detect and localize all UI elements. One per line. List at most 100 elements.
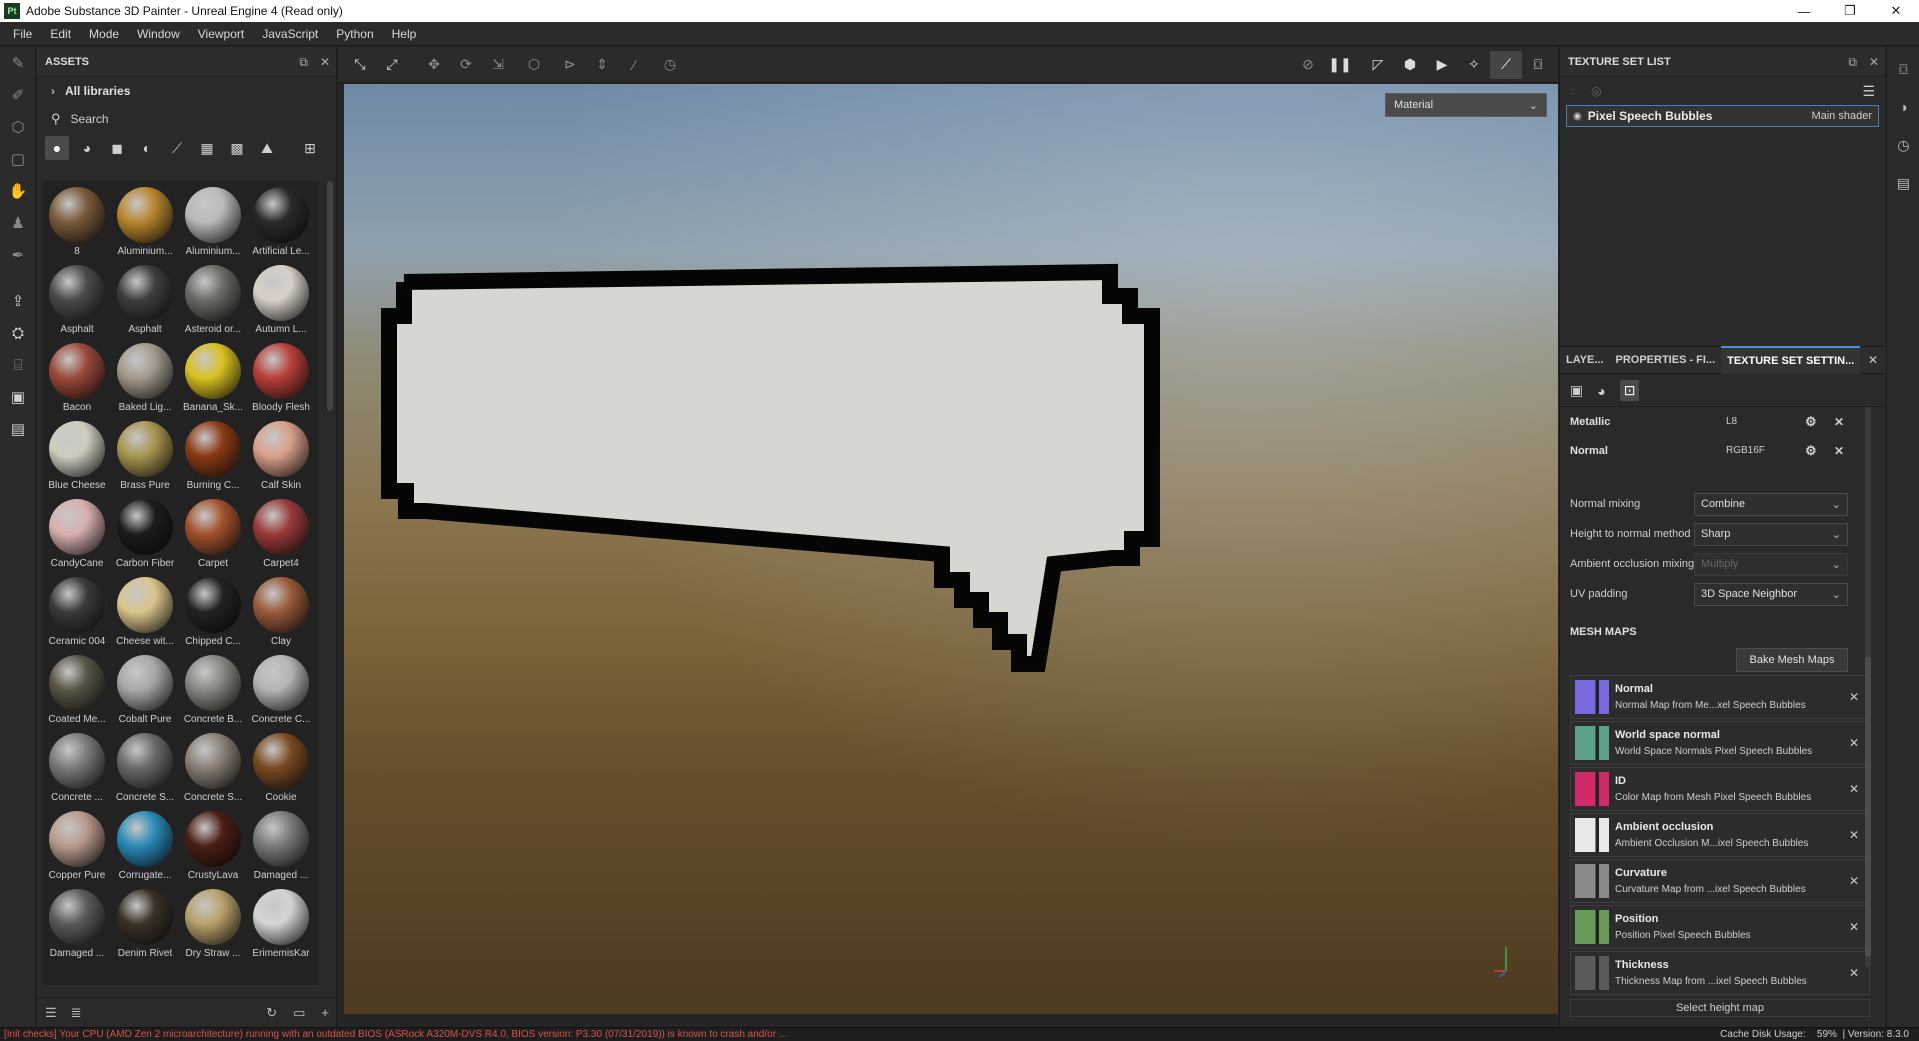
history-icon[interactable]: ◷ (654, 51, 686, 79)
mesh-map-slot[interactable]: Curvature Curvature Map from ...ixel Spee… (1570, 859, 1870, 903)
move-icon[interactable]: ✥ (418, 51, 450, 79)
remove-icon[interactable]: ✕ (1834, 415, 1844, 429)
tab-layers[interactable]: LAYE... (1560, 346, 1610, 374)
close-panel-icon[interactable]: ✕ (320, 55, 330, 69)
filter-alphas-icon[interactable]: ▩ (225, 136, 249, 160)
filter-generators-icon[interactable]: ◐ (135, 136, 159, 160)
asset-thumbnail[interactable]: Concrete ... (43, 733, 111, 811)
asset-thumbnail[interactable]: Concrete B... (179, 655, 247, 733)
asset-thumbnail[interactable]: Ceramic 004 (43, 577, 111, 655)
rotate-icon[interactable]: ⟳ (450, 51, 482, 79)
mesh-icon[interactable]: ⊡ (1619, 380, 1640, 401)
asset-thumbnail[interactable]: Carpet4 (247, 499, 315, 577)
align-icon[interactable]: ⇕ (586, 51, 618, 79)
filter-masks-icon[interactable]: ◼ (105, 136, 129, 160)
asset-thumbnail[interactable]: Aluminium... (111, 187, 179, 265)
library-selector[interactable]: › All libraries (37, 77, 336, 105)
shader-settings-icon[interactable]: ⌸ (0, 349, 36, 381)
undock-icon[interactable]: ⧉ (299, 55, 308, 70)
menu-file[interactable]: File (4, 27, 41, 41)
remove-icon[interactable]: ✕ (1849, 828, 1859, 842)
gear-icon[interactable]: ⚙ (1805, 414, 1817, 430)
asset-thumbnail[interactable]: Bloody Flesh (247, 343, 315, 421)
cube-icon[interactable]: ⬡ (518, 51, 550, 79)
asset-thumbnail[interactable]: Autumn L... (247, 265, 315, 343)
mesh-map-slot[interactable]: World space normal World Space Normals Pi… (1570, 721, 1870, 765)
display-icon[interactable]: ◑ (1887, 91, 1919, 123)
asset-thumbnail[interactable]: ErimemisKar (247, 889, 315, 967)
remove-icon[interactable]: ✕ (1849, 690, 1859, 704)
height-to-normal-select[interactable]: Sharp ⌄ (1694, 522, 1848, 546)
asset-thumbnail[interactable]: Bacon (43, 343, 111, 421)
channel-format[interactable]: L8 (1726, 416, 1737, 427)
texture-set-icon[interactable]: ▣ (0, 381, 36, 413)
geometry-mask-icon[interactable]: ▢ (0, 143, 36, 175)
mesh-map-slot[interactable]: Thickness Thickness Map from ...ixel Spee… (1570, 951, 1870, 995)
shader-name[interactable]: Main shader (1811, 110, 1872, 122)
3d-viewport[interactable]: Material ⌄ (344, 84, 1558, 1014)
grid-view-icon[interactable]: ⊞ (298, 136, 322, 160)
close-button[interactable]: ✕ (1873, 0, 1919, 22)
menu-edit[interactable]: Edit (41, 27, 80, 41)
color-picker-icon[interactable]: ✒ (0, 239, 36, 271)
asset-thumbnail[interactable]: Blue Cheese (43, 421, 111, 499)
asset-thumbnail[interactable]: Banana_Sk... (179, 343, 247, 421)
minimize-button[interactable]: — (1781, 0, 1827, 22)
symmetry-icon[interactable]: ⊳ (554, 51, 586, 79)
smudge-icon[interactable]: ✋ (0, 175, 36, 207)
viewport-mode-dropdown[interactable]: Material ⌄ (1385, 93, 1547, 117)
remove-icon[interactable]: ✕ (1849, 920, 1859, 934)
asset-thumbnail[interactable]: Denim Rivet (111, 889, 179, 967)
texture-set-icon[interactable]: ▣ (1570, 382, 1583, 399)
remove-icon[interactable]: ✕ (1849, 782, 1859, 796)
asset-thumbnail[interactable]: Baked Lig... (111, 343, 179, 421)
asset-thumbnail[interactable]: Concrete C... (247, 655, 315, 733)
gear-icon[interactable]: ⚙ (1805, 443, 1817, 459)
asset-thumbnail[interactable]: Calf Skin (247, 421, 315, 499)
hamburger-menu-icon[interactable]: ☰ (1862, 83, 1875, 100)
bake-mesh-maps-button[interactable]: Bake Mesh Maps (1736, 648, 1848, 672)
asset-thumbnail[interactable]: Corrugate... (111, 811, 179, 889)
maximize-button[interactable]: ❐ (1827, 0, 1873, 22)
asset-thumbnail[interactable]: Dry Straw ... (179, 889, 247, 967)
remove-icon[interactable]: ✕ (1849, 874, 1859, 888)
asset-thumbnail[interactable]: Damaged ... (247, 811, 315, 889)
history-icon[interactable]: ◷ (1887, 129, 1919, 161)
link-icon[interactable]: ◌ (1570, 84, 1577, 98)
filter-environments-icon[interactable]: ⛰ (255, 136, 279, 160)
clone-stamp-icon[interactable]: ♟ (0, 207, 36, 239)
asset-thumbnail[interactable]: 8 (43, 187, 111, 265)
bakers-icon[interactable]: ▤ (0, 413, 36, 445)
status-error-message[interactable]: [Init checks] Your CPU (AMD Zen 2 microa… (4, 1029, 787, 1040)
visibility-icon[interactable]: ◎ (1591, 84, 1601, 98)
asset-thumbnail[interactable]: Concrete S... (111, 733, 179, 811)
mesh-map-slot[interactable]: ID Color Map from Mesh Pixel Speech Bubbl… (1570, 767, 1870, 811)
lighting-icon[interactable]: ✧ (1458, 51, 1490, 79)
asset-search-input[interactable]: ⚲ Search (37, 105, 336, 133)
asset-thumbnail[interactable]: Damaged ... (43, 889, 111, 967)
tab-properties[interactable]: PROPERTIES - FI... (1610, 346, 1722, 374)
scale-icon[interactable]: ⇲ (482, 51, 514, 79)
menu-window[interactable]: Window (128, 27, 189, 41)
texture-set-item[interactable]: ◉ Pixel Speech Bubbles Main shader (1566, 105, 1879, 127)
2d-view-icon[interactable]: ◸ (1362, 51, 1394, 79)
asset-thumbnail[interactable]: Asphalt (111, 265, 179, 343)
paint-mode-icon[interactable]: ⟋ (1490, 50, 1522, 79)
asset-thumbnail[interactable]: Carpet (179, 499, 247, 577)
mesh-map-slot[interactable]: Position Position Pixel Speech Bubbles ✕ (1570, 905, 1870, 949)
channel-format[interactable]: RGB16F (1726, 445, 1765, 456)
folder-icon[interactable]: ▭ (293, 1005, 305, 1021)
transform-icon[interactable]: ⤡ (344, 51, 376, 79)
mesh-map-slot[interactable]: Normal Normal Map from Me...xel Speech Bu… (1570, 675, 1870, 719)
asset-thumbnail[interactable]: Coated Me... (43, 655, 111, 733)
asset-thumbnail[interactable]: Cheese wit... (111, 577, 179, 655)
tab-texture-set-settings[interactable]: TEXTURE SET SETTIN... (1721, 346, 1861, 374)
asset-thumbnail[interactable]: CandyCane (43, 499, 111, 577)
display-settings-icon[interactable]: ⛭ (0, 317, 36, 349)
stack-icon[interactable]: ≣ (71, 1005, 82, 1021)
uv-padding-select[interactable]: 3D Space Neighbor ⌄ (1694, 582, 1848, 606)
asset-scrollbar[interactable] (327, 181, 333, 411)
add-icon[interactable]: + (321, 1005, 329, 1021)
filter-brushes-icon[interactable]: ⟋ (165, 136, 189, 160)
paint-brush-icon[interactable]: ✎ (0, 47, 36, 79)
